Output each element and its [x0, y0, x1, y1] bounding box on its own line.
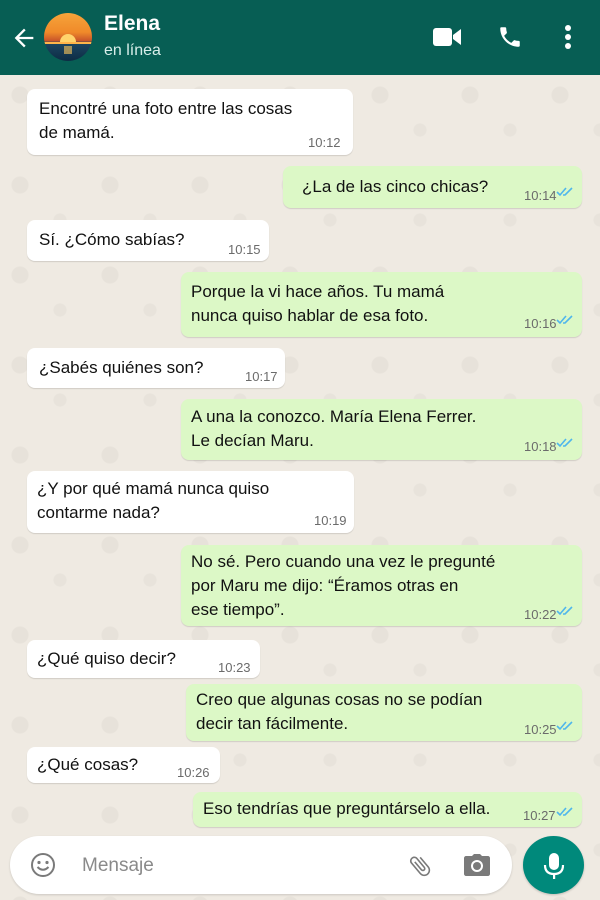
message-text: Eso tendrías que preguntárselo a ella. — [203, 799, 491, 818]
message-bubble[interactable]: ¿Y por qué mamá nunca quiso contarme nad… — [27, 471, 354, 533]
read-ticks-icon — [556, 807, 573, 817]
message-time: 10:16 — [524, 316, 557, 331]
camera-icon[interactable] — [463, 853, 491, 877]
message-bubble[interactable]: Eso tendrías que preguntárselo a ella. 1… — [193, 792, 582, 827]
message-text: No sé. Pero cuando una vez le pregunté p… — [191, 552, 496, 619]
read-ticks-icon — [556, 187, 573, 197]
attach-icon[interactable] — [407, 853, 433, 879]
message-text: A una la conozco. María Elena Ferrer. Le… — [191, 407, 477, 450]
mic-icon — [543, 853, 565, 879]
message-text: ¿Y por qué mamá nunca quiso contarme nad… — [37, 479, 270, 522]
message-bubble[interactable]: No sé. Pero cuando una vez le pregunté p… — [181, 545, 582, 626]
message-time: 10:17 — [245, 369, 278, 384]
message-bubble[interactable]: Encontré una foto entre las cosas de mam… — [27, 89, 353, 155]
more-options-icon[interactable] — [560, 24, 576, 50]
read-ticks-icon — [556, 721, 573, 731]
message-time: 10:19 — [314, 513, 347, 528]
message-bubble[interactable]: Porque la vi hace años. Tu mamá nunca qu… — [181, 272, 582, 337]
message-bubble[interactable]: ¿La de las cinco chicas? 10:14 — [283, 166, 582, 208]
contact-name[interactable]: Elena — [104, 12, 160, 36]
message-time: 10:26 — [177, 765, 210, 780]
message-time: 10:12 — [308, 135, 341, 150]
message-time: 10:14 — [524, 188, 557, 203]
mic-button[interactable] — [523, 836, 584, 894]
voice-call-icon[interactable] — [497, 24, 523, 50]
message-text: Creo que algunas cosas no se podían deci… — [196, 690, 483, 733]
emoji-icon[interactable] — [30, 852, 56, 878]
message-time: 10:25 — [524, 722, 557, 737]
message-time: 10:15 — [228, 242, 261, 257]
message-text: ¿Qué quiso decir? — [37, 649, 176, 668]
message-time: 10:22 — [524, 607, 557, 622]
chat-header: Elena en línea — [0, 0, 600, 75]
read-ticks-icon — [556, 438, 573, 448]
message-text: ¿Sabés quiénes son? — [39, 358, 204, 377]
message-bubble[interactable]: ¿Sabés quiénes son? 10:17 — [27, 348, 285, 388]
message-input[interactable]: Mensaje — [82, 855, 154, 877]
message-bubble[interactable]: ¿Qué cosas? 10:26 — [27, 747, 220, 783]
contact-status: en línea — [104, 42, 161, 59]
message-time: 10:27 — [523, 808, 556, 823]
message-composer: Mensaje — [10, 836, 512, 894]
message-bubble[interactable]: Sí. ¿Cómo sabías? 10:15 — [27, 220, 269, 261]
back-arrow-icon[interactable] — [10, 24, 38, 52]
message-text: Porque la vi hace años. Tu mamá nunca qu… — [191, 282, 445, 325]
message-time: 10:23 — [218, 660, 251, 675]
message-bubble[interactable]: Creo que algunas cosas no se podían deci… — [186, 684, 582, 741]
contact-avatar[interactable] — [44, 13, 92, 61]
read-ticks-icon — [556, 606, 573, 616]
message-text: ¿La de las cinco chicas? — [302, 177, 489, 196]
message-bubble[interactable]: A una la conozco. María Elena Ferrer. Le… — [181, 399, 582, 460]
message-text: ¿Qué cosas? — [37, 755, 139, 774]
message-text: Sí. ¿Cómo sabías? — [39, 230, 185, 249]
message-bubble[interactable]: ¿Qué quiso decir? 10:23 — [27, 640, 260, 678]
video-call-icon[interactable] — [432, 26, 462, 48]
message-time: 10:18 — [524, 439, 557, 454]
message-text: Encontré una foto entre las cosas de mam… — [39, 99, 293, 142]
read-ticks-icon — [556, 315, 573, 325]
